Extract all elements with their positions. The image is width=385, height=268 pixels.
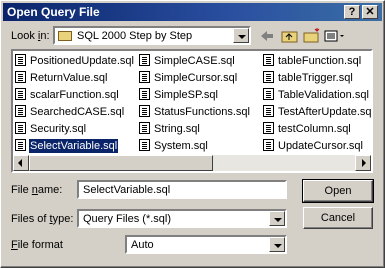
file-list-item[interactable]: System.sql <box>139 139 209 153</box>
file-name-text: ReturnValue.sql <box>30 72 108 84</box>
sql-file-icon <box>263 88 274 100</box>
file-name-text: tableTrigger.sql <box>278 72 353 84</box>
sql-file-icon <box>139 88 150 100</box>
file-list-item[interactable]: SimpleCASE.sql <box>139 54 236 68</box>
sql-file-icon <box>15 88 26 100</box>
file-list-item[interactable]: UpdateCursor.sql <box>263 139 364 153</box>
file-list-item[interactable]: TestAfterUpdate.sql <box>263 105 373 119</box>
cancel-button[interactable]: Cancel <box>303 207 373 229</box>
file-format-value: Auto <box>131 239 154 251</box>
file-list-item[interactable]: TableValidation.sql <box>263 88 370 102</box>
file-name-text: System.sql <box>154 140 208 152</box>
file-name-text: SelectVariable.sql <box>27 138 120 154</box>
sql-file-icon <box>139 122 150 134</box>
help-button[interactable]: ? <box>344 5 360 19</box>
look-in-label: Look in: <box>11 30 50 42</box>
folder-icon <box>58 31 72 41</box>
look-in-combo[interactable]: SQL 2000 Step by Step <box>53 26 251 45</box>
file-list-item[interactable]: StatusFunctions.sql <box>139 105 251 119</box>
up-folder-icon[interactable] <box>280 28 300 44</box>
look-in-value: SQL 2000 Step by Step <box>77 30 193 42</box>
sql-file-icon <box>263 139 274 151</box>
file-name-text: Security.sql <box>30 123 87 135</box>
sql-file-icon <box>263 54 274 66</box>
scroll-left-button[interactable] <box>13 155 29 171</box>
sql-file-icon <box>139 105 150 117</box>
dialog-title: Open Query File <box>7 5 100 19</box>
back-arrow-icon[interactable] <box>257 28 277 44</box>
file-name-text: PositionedUpdate.sql <box>30 55 134 67</box>
chevron-down-icon[interactable] <box>233 28 249 43</box>
sql-file-icon <box>139 71 150 83</box>
file-list-item[interactable]: SimpleCursor.sql <box>139 71 238 85</box>
chevron-down-icon[interactable] <box>269 237 285 252</box>
file-name-input[interactable]: SelectVariable.sql <box>77 180 287 199</box>
chevron-down-icon[interactable] <box>269 211 285 226</box>
file-name-value: SelectVariable.sql <box>83 184 171 196</box>
file-name-text: SearchedCASE.sql <box>30 106 125 118</box>
file-name-text: scalarFunction.sql <box>30 89 119 101</box>
file-name-text: testColumn.sql <box>278 123 351 135</box>
file-list-item[interactable]: Security.sql <box>15 122 87 136</box>
horizontal-scrollbar[interactable] <box>13 155 371 171</box>
sql-file-icon <box>263 105 274 117</box>
view-menu-icon[interactable] <box>323 28 349 44</box>
file-list-item[interactable]: PositionedUpdate.sql <box>15 54 135 68</box>
scroll-right-button[interactable] <box>355 155 371 171</box>
file-name-text: TestAfterUpdate.sql <box>278 106 373 118</box>
sql-file-icon <box>263 71 274 83</box>
sql-file-icon <box>15 71 26 83</box>
file-name-text: StatusFunctions.sql <box>154 106 250 118</box>
file-list-item[interactable]: scalarFunction.sql <box>15 88 120 102</box>
file-list-item[interactable]: SearchedCASE.sql <box>15 105 125 119</box>
file-name-text: String.sql <box>154 123 200 135</box>
close-button[interactable]: ✕ <box>362 5 378 19</box>
sql-file-icon <box>139 54 150 66</box>
sql-file-icon <box>15 122 26 134</box>
file-name-text: SimpleCursor.sql <box>154 72 238 84</box>
new-folder-icon[interactable] <box>302 28 322 44</box>
file-type-value: Query Files (*.sql) <box>83 213 172 225</box>
file-type-combo[interactable]: Query Files (*.sql) <box>77 209 287 228</box>
sql-file-icon <box>139 139 150 151</box>
file-format-label: File format <box>11 239 63 251</box>
sql-file-icon <box>15 54 26 66</box>
file-list-item[interactable]: String.sql <box>139 122 201 136</box>
file-name-text: TableValidation.sql <box>278 89 369 101</box>
sql-file-icon <box>15 105 26 117</box>
sql-file-icon <box>15 139 26 151</box>
file-name-text: UpdateCursor.sql <box>278 140 363 152</box>
file-name-text: tableFunction.sql <box>278 55 362 67</box>
sql-file-icon <box>263 122 274 134</box>
file-list-item[interactable]: tableTrigger.sql <box>263 71 354 85</box>
file-type-label: Files of type: <box>11 213 74 225</box>
file-name-text: SimpleSP.sql <box>154 89 218 101</box>
file-list-item[interactable]: testColumn.sql <box>263 122 352 136</box>
file-list-item[interactable]: ReturnValue.sql <box>15 71 108 85</box>
file-list[interactable]: PositionedUpdate.sql ReturnValue.sql scala… <box>11 49 373 173</box>
scroll-thumb[interactable] <box>29 155 213 171</box>
file-name-text: SimpleCASE.sql <box>154 55 235 67</box>
open-button[interactable]: Open <box>302 179 374 203</box>
file-name-label: File name: <box>11 184 63 196</box>
file-format-combo[interactable]: Auto <box>125 235 287 254</box>
title-bar: Open Query File ? ✕ <box>3 3 382 21</box>
file-list-item[interactable]: SelectVariable.sql <box>15 138 120 154</box>
file-list-item[interactable]: SimpleSP.sql <box>139 88 219 102</box>
open-query-file-dialog: Open Query File ? ✕ Look in: SQL 2000 St… <box>0 0 385 268</box>
file-list-item[interactable]: tableFunction.sql <box>263 54 362 68</box>
